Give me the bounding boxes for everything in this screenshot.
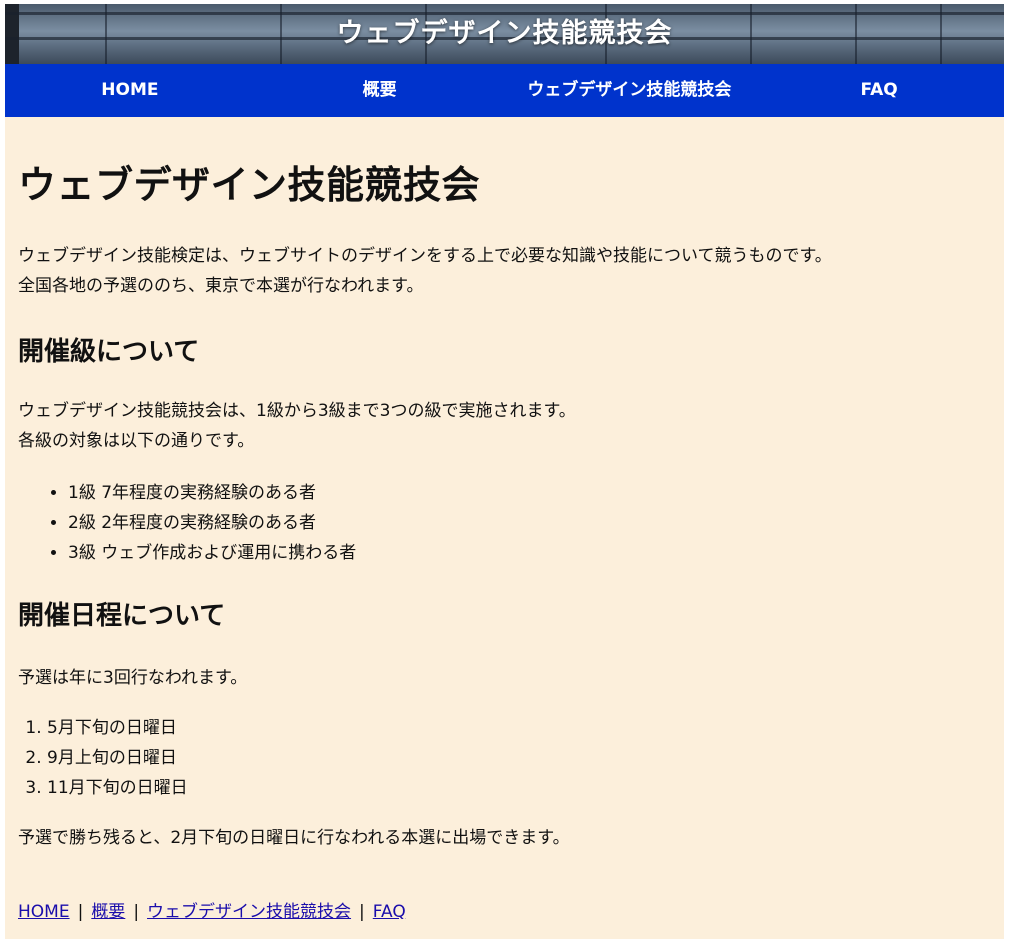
footer-separator: | xyxy=(77,902,84,922)
grades-paragraph: ウェブデザイン技能競技会は、1級から3級まで3つの級で実施されます。 各級の対象… xyxy=(18,396,576,456)
footer-link-faq[interactable]: FAQ xyxy=(373,902,406,922)
grades-heading: 開催級について xyxy=(18,337,200,367)
footer-link-competition[interactable]: ウェブデザイン技能競技会 xyxy=(147,902,351,922)
page-title: ウェブデザイン技能競技会 xyxy=(18,163,481,207)
page: ウェブデザイン技能競技会 HOME 概要 ウェブデザイン技能競技会 FAQ ウェ… xyxy=(5,4,1004,939)
list-item: 3級 ウェブ作成および運用に携わる者 xyxy=(68,538,356,568)
schedule-list: 5月下旬の日曜日 9月上旬の日曜日 11月下旬の日曜日 xyxy=(18,713,188,803)
grades-line: ウェブデザイン技能競技会は、1級から3級まで3つの級で実施されます。 xyxy=(18,401,576,421)
main-nav: HOME 概要 ウェブデザイン技能競技会 FAQ xyxy=(5,64,1004,117)
list-item: 1級 7年程度の実務経験のある者 xyxy=(68,478,356,508)
intro-paragraph: ウェブデザイン技能検定は、ウェブサイトのデザインをする上で必要な知識や技能につい… xyxy=(18,241,832,301)
nav-item-faq[interactable]: FAQ xyxy=(754,64,1004,117)
grades-line: 各級の対象は以下の通りです。 xyxy=(18,431,255,451)
intro-line: 全国各地の予選ののち、東京で本選が行なわれます。 xyxy=(18,276,424,296)
grades-list: 1級 7年程度の実務経験のある者 2級 2年程度の実務経験のある者 3級 ウェブ… xyxy=(18,478,356,568)
footer-separator: | xyxy=(359,902,365,922)
footer-link-overview[interactable]: 概要 xyxy=(91,902,125,922)
schedule-note: 予選で勝ち残ると、2月下旬の日曜日に行なわれる本選に出場できます。 xyxy=(18,828,570,848)
header-banner: ウェブデザイン技能競技会 xyxy=(5,4,1004,64)
schedule-paragraph: 予選は年に3回行なわれます。 xyxy=(18,668,248,688)
site-title: ウェブデザイン技能競技会 xyxy=(336,18,673,49)
footer-separator: | xyxy=(133,902,140,922)
list-item: 9月上旬の日曜日 xyxy=(47,743,188,773)
nav-item-competition[interactable]: ウェブデザイン技能競技会 xyxy=(505,64,755,117)
nav-item-home[interactable]: HOME xyxy=(5,64,255,117)
footer-nav: HOME | 概要 | ウェブデザイン技能競技会 | FAQ xyxy=(18,897,406,927)
intro-line: ウェブデザイン技能検定は、ウェブサイトのデザインをする上で必要な知識や技能につい… xyxy=(18,246,832,266)
list-item: 5月下旬の日曜日 xyxy=(47,713,188,743)
schedule-heading: 開催日程について xyxy=(18,601,226,631)
list-item: 2級 2年程度の実務経験のある者 xyxy=(68,508,356,538)
list-item: 11月下旬の日曜日 xyxy=(47,773,188,803)
footer-link-home[interactable]: HOME xyxy=(18,902,70,922)
nav-item-overview[interactable]: 概要 xyxy=(255,64,505,117)
